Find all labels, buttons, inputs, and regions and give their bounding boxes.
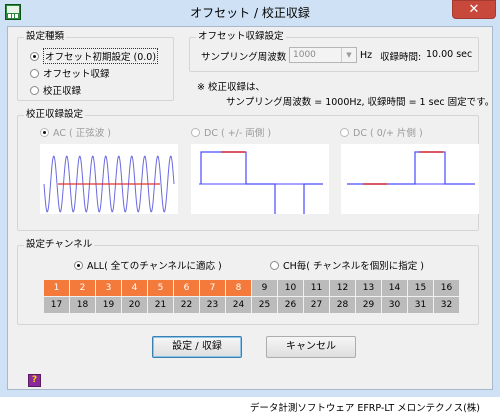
sampling-frequency-label: サンプリング周波数	[201, 52, 287, 63]
footer-credit: データ計測ソフトウェア EFRP-LT メロンテクノス(株)	[249, 403, 480, 414]
radio-dot	[340, 127, 349, 137]
channel-cell[interactable]: 10	[278, 280, 303, 296]
radio-dc-bipolar[interactable]: DC ( +/- 両側 )	[191, 125, 271, 139]
window-title: オフセット / 校正収録	[190, 6, 310, 20]
chevron-down-icon: ▼	[341, 48, 356, 62]
radio-per-channel[interactable]: CH毎( チャンネルを個別に指定 )	[270, 258, 424, 272]
radio-label: AC ( 正弦波 )	[53, 128, 111, 139]
sampling-frequency-select[interactable]: 1000 ▼	[289, 47, 357, 63]
channel-cell[interactable]: 6	[174, 280, 199, 296]
radio-dot	[270, 260, 279, 270]
channel-cell[interactable]: 28	[330, 297, 355, 313]
sampling-frequency-value: 1000	[293, 50, 316, 60]
channel-cell[interactable]: 31	[408, 297, 433, 313]
channel-cell[interactable]: 13	[356, 280, 381, 296]
ac-sine-wave-preview	[40, 144, 178, 214]
radio-offset-initial[interactable]: オフセット初期設定 (0.0)	[30, 48, 159, 64]
unipolar-step-line	[347, 151, 475, 185]
radio-label: オフセット初期設定 (0.0)	[43, 48, 159, 64]
radio-dot	[40, 127, 49, 137]
radio-dot	[30, 51, 39, 61]
channel-cell[interactable]: 22	[174, 297, 199, 313]
radio-dot	[30, 68, 39, 78]
channel-cell[interactable]: 12	[330, 280, 355, 296]
offset-settings-legend: オフセット収録設定	[196, 31, 286, 43]
channel-cell[interactable]: 21	[148, 297, 173, 313]
help-icon[interactable]: ?	[28, 374, 41, 387]
radio-all-channels[interactable]: ALL( 全てのチャンネルに適応 )	[74, 258, 222, 272]
radio-offset-record[interactable]: オフセット収録	[30, 66, 110, 80]
channel-grid: 1 2 3 4 5 6 7 8 9 10 11 12 13 14 15 16 17 18 19 20 21 22 23 24 2…	[44, 280, 460, 314]
channel-cell[interactable]: 4	[122, 280, 147, 296]
radio-label: オフセット収録	[43, 69, 110, 80]
app-window: オフセット / 校正収録 ✕ 設定種類 オフセット初期設定 (0.0) オフセッ…	[0, 0, 500, 414]
channel-cell[interactable]: 18	[70, 297, 95, 313]
radio-ac-sine[interactable]: AC ( 正弦波 )	[40, 125, 111, 139]
radio-dc-unipolar[interactable]: DC ( 0/+ 片側 )	[340, 125, 423, 139]
close-button[interactable]: ✕	[452, 0, 496, 19]
title-bar: オフセット / 校正収録 ✕	[0, 0, 500, 24]
channel-cell[interactable]: 5	[148, 280, 173, 296]
cancel-button[interactable]: キャンセル	[266, 336, 356, 358]
channel-cell[interactable]: 9	[252, 280, 277, 296]
apply-record-button[interactable]: 設定 / 収録	[152, 336, 242, 358]
calibration-note-line1: ※ 校正収録は、	[197, 82, 265, 93]
channel-settings-legend: 設定チャンネル	[24, 239, 95, 251]
radio-dot	[191, 127, 200, 137]
bipolar-step-line	[200, 151, 323, 214]
record-time-value: 10.00 sec	[426, 49, 473, 60]
channel-cell[interactable]: 30	[382, 297, 407, 313]
record-time-label: 収録時間:	[380, 52, 422, 63]
channel-cell[interactable]: 29	[356, 297, 381, 313]
radio-calibration-record[interactable]: 校正収録	[30, 83, 81, 97]
channel-cell[interactable]: 17	[44, 297, 69, 313]
calibration-settings-legend: 校正収録設定	[24, 109, 86, 121]
channel-cell[interactable]: 26	[278, 297, 303, 313]
channel-cell[interactable]: 19	[96, 297, 121, 313]
channel-cell[interactable]: 32	[434, 297, 459, 313]
channel-cell[interactable]: 24	[226, 297, 251, 313]
channel-cell[interactable]: 23	[200, 297, 225, 313]
settings-type-legend: 設定種類	[24, 31, 67, 43]
dc-bipolar-wave-preview	[191, 144, 329, 214]
channel-cell[interactable]: 2	[70, 280, 95, 296]
dc-unipolar-wave-preview	[341, 144, 479, 214]
channel-cell[interactable]: 27	[304, 297, 329, 313]
channel-cell[interactable]: 20	[122, 297, 147, 313]
channel-cell[interactable]: 11	[304, 280, 329, 296]
channel-cell[interactable]: 8	[226, 280, 251, 296]
channel-cell[interactable]: 25	[252, 297, 277, 313]
radio-label: ALL( 全てのチャンネルに適応 )	[87, 261, 222, 272]
radio-label: DC ( 0/+ 片側 )	[353, 128, 423, 139]
channel-cell[interactable]: 14	[382, 280, 407, 296]
radio-label: 校正収録	[43, 86, 82, 97]
radio-dot	[74, 260, 83, 270]
calibration-note-line2: サンプリング周波数 = 1000Hz, 収録時間 = 1 sec 固定です。	[226, 97, 495, 108]
radio-dot	[30, 85, 39, 95]
channel-cell[interactable]: 1	[44, 280, 69, 296]
radio-label: CH毎( チャンネルを個別に指定 )	[283, 261, 424, 272]
channel-cell[interactable]: 15	[408, 280, 433, 296]
radio-label: DC ( +/- 両側 )	[204, 128, 272, 139]
channel-cell[interactable]: 16	[434, 280, 459, 296]
channel-cell[interactable]: 3	[96, 280, 121, 296]
dialog-body: 設定種類 オフセット初期設定 (0.0) オフセット収録 校正収録 オフセット収…	[7, 26, 495, 414]
hz-unit-label: Hz	[360, 50, 373, 61]
channel-cell[interactable]: 7	[200, 280, 225, 296]
